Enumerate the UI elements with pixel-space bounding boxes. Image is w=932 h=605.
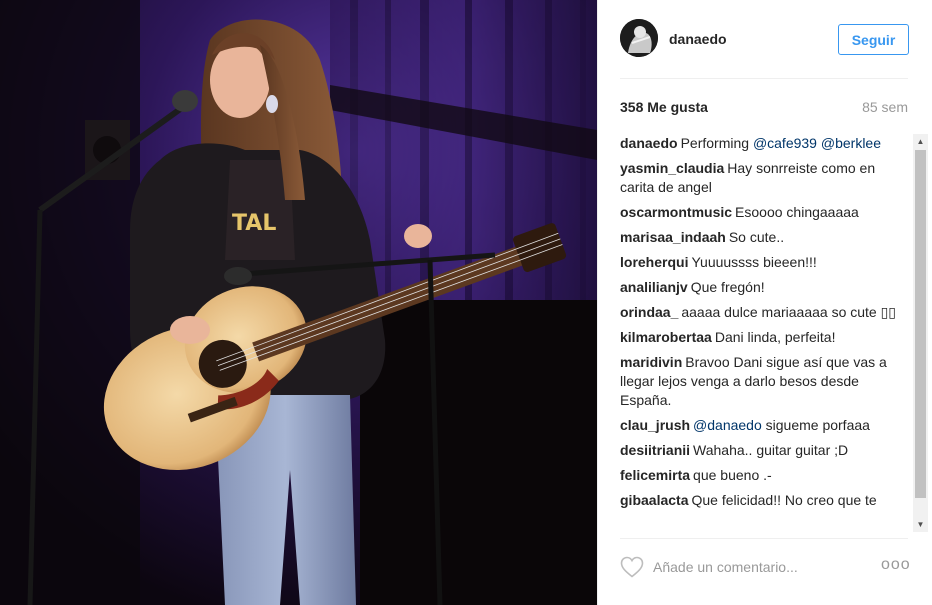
- comment-text: Performing: [680, 135, 753, 151]
- scroll-up-arrow-icon[interactable]: ▲: [913, 134, 928, 149]
- comment-item: danaedo Performing @cafe939 @berklee: [620, 134, 910, 153]
- post-details-panel: danaedo Seguir 358 Me gusta 85 sem danae…: [597, 0, 932, 605]
- comment-author[interactable]: analilianjv: [620, 279, 688, 295]
- comment-text: Que fregón!: [690, 279, 765, 295]
- comment-item: felicemirta que bueno .-: [620, 466, 910, 485]
- comment-item: maridivin Bravoo Dani sigue así que vas a…: [620, 353, 910, 410]
- comment-item: gibaalacta Que felicidad!! No creo que te: [620, 491, 910, 510]
- post-age[interactable]: 85 sem: [862, 99, 908, 115]
- comment-author[interactable]: gibaalacta: [620, 492, 688, 508]
- comment-author[interactable]: loreherqui: [620, 254, 688, 270]
- comments-scrollbar[interactable]: ▲ ▼: [913, 134, 928, 532]
- avatar-image: [620, 19, 658, 57]
- comment-item: clau_jrush @danaedo sigueme porfaaa: [620, 416, 910, 435]
- footer-divider: [620, 538, 908, 539]
- comment-author[interactable]: felicemirta: [620, 467, 690, 483]
- comment-author[interactable]: danaedo: [620, 135, 678, 151]
- comment-item: desiitrianii Wahaha.. guitar guitar ;D: [620, 441, 910, 460]
- comment-author[interactable]: oscarmontmusic: [620, 204, 732, 220]
- comment-item: oscarmontmusic Esoooo chingaaaaa: [620, 203, 910, 222]
- comment-text: aaaaa dulce mariaaaaa so cute ▯▯: [681, 304, 897, 320]
- comment-text: Wahaha.. guitar guitar ;D: [693, 442, 849, 458]
- svg-text:TAL: TAL: [232, 211, 276, 236]
- more-options-button[interactable]: ooo: [881, 557, 910, 574]
- scroll-down-arrow-icon[interactable]: ▼: [913, 517, 928, 532]
- comment-item: kilmarobertaa Dani linda, perfeita!: [620, 328, 910, 347]
- comment-item: marisaa_indaah So cute..: [620, 228, 910, 247]
- comment-input[interactable]: [653, 553, 863, 581]
- comment-text: que bueno .-: [693, 467, 772, 483]
- post-photo[interactable]: TAL: [0, 0, 597, 605]
- scrollbar-thumb[interactable]: [915, 150, 926, 498]
- comment-author[interactable]: marisaa_indaah: [620, 229, 726, 245]
- comment-item: orindaa_ aaaaa dulce mariaaaaa so cute ▯▯: [620, 303, 910, 322]
- post-stats: 358 Me gusta 85 sem: [620, 99, 908, 117]
- comment-mention-link[interactable]: @danaedo: [693, 417, 762, 433]
- header-divider: [620, 78, 908, 79]
- post-header: danaedo Seguir: [598, 0, 932, 78]
- comment-text: Dani linda, perfeita!: [714, 329, 836, 345]
- comment-author[interactable]: yasmin_claudia: [620, 160, 724, 176]
- comment-item: analilianjv Que fregón!: [620, 278, 910, 297]
- follow-button[interactable]: Seguir: [838, 24, 909, 55]
- comment-mention-link[interactable]: @berklee: [821, 135, 881, 151]
- username[interactable]: danaedo: [669, 31, 727, 47]
- comment-text: Que felicidad!! No creo que te: [691, 492, 877, 508]
- comment-text: So cute..: [728, 229, 785, 245]
- comment-author[interactable]: clau_jrush: [620, 417, 690, 433]
- comment-author[interactable]: maridivin: [620, 354, 682, 370]
- avatar[interactable]: [620, 19, 658, 57]
- performer-photo-illustration: TAL: [0, 0, 597, 605]
- comment-author[interactable]: orindaa_: [620, 304, 678, 320]
- likes-count[interactable]: 358 Me gusta: [620, 99, 708, 115]
- comment-text: sigueme porfaaa: [761, 417, 870, 433]
- comment-author[interactable]: desiitrianii: [620, 442, 690, 458]
- comment-mention-link[interactable]: @cafe939: [753, 135, 817, 151]
- comment-item: yasmin_claudia Hay sonrreiste como en car…: [620, 159, 910, 197]
- instagram-post: TAL danaedo Seguir 358 Me gusta 85 sem d…: [0, 0, 932, 605]
- comment-author[interactable]: kilmarobertaa: [620, 329, 712, 345]
- comments-list[interactable]: danaedo Performing @cafe939 @berklee yasmi…: [620, 134, 910, 532]
- comment-item: loreherqui Yuuuussss bieeen!!!: [620, 253, 910, 272]
- comment-text: Yuuuussss bieeen!!!: [691, 254, 817, 270]
- heart-outline-icon[interactable]: [620, 556, 644, 578]
- comment-text: Esoooo chingaaaaa: [735, 204, 859, 220]
